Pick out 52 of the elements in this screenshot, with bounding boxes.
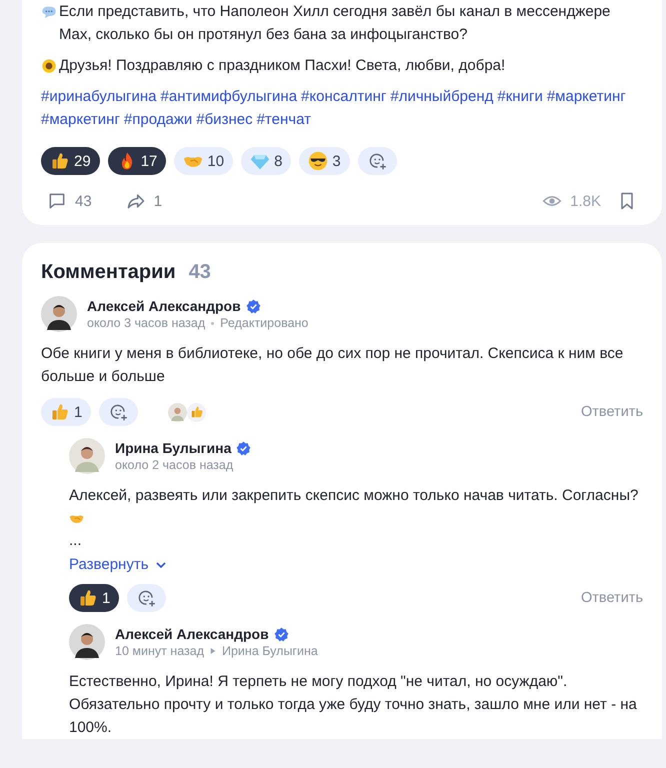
views-count: 1.8K bbox=[542, 191, 601, 211]
flower-icon bbox=[41, 58, 57, 74]
comment-text: Обе книги у меня в библиотеке, но обе до сих пор не прочитал. Скепсиса к ним все больше и больше bbox=[41, 344, 624, 387]
hashtag-link[interactable]: #бизнес bbox=[196, 108, 253, 131]
reaction-button[interactable]: 1 bbox=[69, 584, 120, 612]
comment-text: Алексей, развеять или закрепить скепсис можно только начав читать. Согласны? bbox=[69, 486, 640, 506]
comment-time: 10 минут назад bbox=[115, 644, 204, 658]
reply-to-icon bbox=[210, 647, 216, 655]
reaction-button[interactable]: 29 bbox=[41, 147, 100, 175]
hashtag-link[interactable]: #тенчат bbox=[256, 108, 311, 131]
hashtag-link[interactable]: #книги bbox=[497, 85, 543, 108]
comments-total: 43 bbox=[188, 261, 211, 284]
post-text: Друзья! Поздравляю с праздником Пасхи! Света, любви, добра! bbox=[59, 56, 506, 76]
add-reaction-icon bbox=[109, 402, 128, 422]
hashtag-link[interactable]: #консалтинг bbox=[301, 85, 386, 108]
hashtag-link[interactable]: #иринабулыгина bbox=[41, 85, 157, 108]
add-reaction-icon bbox=[137, 588, 156, 608]
hashtag-link[interactable]: #личныйбренд bbox=[390, 85, 494, 108]
edited-label: Редактировано bbox=[220, 316, 308, 330]
hashtag-link[interactable]: #маркетинг bbox=[41, 108, 120, 131]
reaction-button[interactable]: 17 bbox=[108, 147, 166, 175]
comments-heading: Комментарии bbox=[41, 261, 176, 284]
add-reaction-icon bbox=[368, 152, 387, 170]
hashtag-link[interactable]: #маркетинг bbox=[546, 85, 626, 108]
hashtag-link[interactable]: #антимифбулыгина bbox=[160, 85, 298, 108]
add-reaction-button[interactable] bbox=[99, 398, 138, 426]
reaction-button[interactable]: 3 bbox=[299, 147, 350, 175]
comment-text: Естественно, Ирина! Я терпеть не могу подход "не читал, но осуждаю". Обязательно прочту и только тогда уже буду точно знать, зашло мне или нет - на 100%. bbox=[69, 672, 638, 738]
separator-dot bbox=[211, 322, 214, 324]
author-name[interactable]: Алексей Александров bbox=[87, 298, 241, 314]
reaction-button[interactable]: 10 bbox=[174, 147, 234, 175]
hashtag-link[interactable]: #продажи bbox=[124, 108, 192, 131]
comments-count[interactable]: 43 bbox=[47, 191, 92, 211]
reaction-button[interactable]: 8 bbox=[241, 147, 292, 175]
add-reaction-button[interactable] bbox=[358, 147, 397, 175]
thumbs-up-icon bbox=[190, 405, 204, 419]
shares-count[interactable]: 1 bbox=[126, 191, 162, 211]
thumbs-up-icon bbox=[50, 402, 70, 422]
comment-time: около 3 часов назад bbox=[87, 316, 206, 330]
comment-text: ... bbox=[69, 531, 83, 551]
thumbs-up-icon bbox=[78, 588, 98, 608]
add-reaction-button[interactable] bbox=[127, 584, 166, 612]
comment-time: около 2 часов назад bbox=[115, 458, 234, 472]
author-name[interactable]: Ирина Булыгина bbox=[115, 440, 232, 456]
expand-link[interactable]: Развернуть bbox=[69, 556, 167, 573]
thumbs-up-icon bbox=[50, 151, 70, 171]
author-name[interactable]: Алексей Александров bbox=[115, 626, 269, 642]
comment-icon bbox=[47, 191, 67, 211]
reaction-button[interactable]: 1 bbox=[41, 398, 92, 426]
speech-bubble-icon bbox=[41, 4, 57, 20]
sunglasses-face-icon bbox=[308, 151, 328, 171]
post-text: Если представить, что Наполеон Хилл сегодня завёл бы канал в мессенджере Max, сколько бы он протянул без бана за инфоцыганство? bbox=[59, 2, 612, 45]
